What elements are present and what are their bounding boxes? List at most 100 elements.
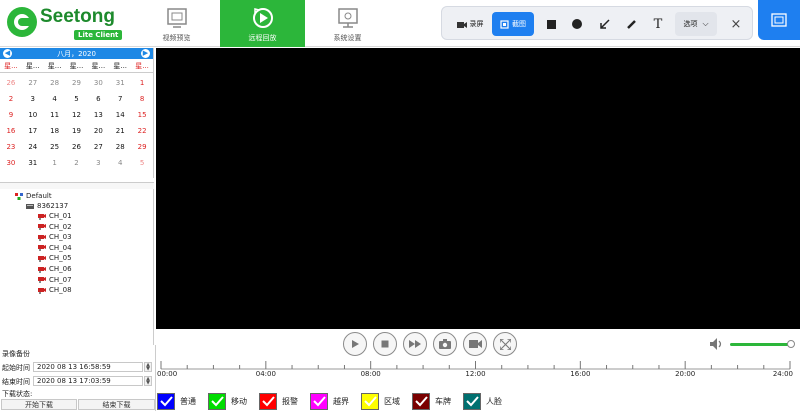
volume-slider[interactable] [730,343,791,346]
calendar-day[interactable]: 2 [66,155,88,171]
calendar-day[interactable]: 1 [44,155,66,171]
volume-slider-handle[interactable] [786,340,795,348]
calendar-day[interactable]: 22 [131,123,153,139]
end-time-field[interactable]: 2020 08 13 17:03:59 [33,376,143,386]
tab-video-preview[interactable]: 视频预览 [134,0,219,47]
calendar-day[interactable]: 17 [22,123,44,139]
checkbox[interactable] [208,393,226,410]
calendar-day[interactable]: 21 [109,123,131,139]
snapshot-button[interactable] [433,332,457,356]
checkbox[interactable] [412,393,430,410]
capture-window-button[interactable] [758,0,800,40]
tree-channel[interactable]: CH_01 [38,211,72,221]
record-clip-button[interactable] [463,332,487,356]
calendar-day[interactable]: 8 [131,91,153,107]
fullscreen-button[interactable] [493,332,517,356]
calendar-day[interactable]: 20 [87,123,109,139]
tree-channel[interactable]: CH_03 [38,232,72,242]
checkbox[interactable] [361,393,379,410]
close-toolbar-button[interactable]: × [725,12,747,36]
rectangle-tool-button[interactable] [540,12,562,36]
start-download-button[interactable]: 开始下载 [1,399,77,410]
tree-channel[interactable]: CH_07 [38,275,72,285]
arrow-tool-button[interactable] [593,12,615,36]
calendar-day[interactable]: 5 [131,155,153,171]
calendar-day[interactable]: 19 [66,123,88,139]
calendar-day[interactable]: 4 [109,155,131,171]
calendar-day[interactable]: 6 [87,91,109,107]
calendar-day[interactable]: 12 [66,107,88,123]
calendar-day[interactable]: 27 [22,75,44,91]
prev-month-button[interactable]: ◀ [3,49,12,58]
calendar-day[interactable]: 28 [109,139,131,155]
calendar-day[interactable]: 4 [44,91,66,107]
ellipse-tool-button[interactable] [566,12,588,36]
calendar-day[interactable]: 9 [0,107,22,123]
calendar-day[interactable]: 11 [44,107,66,123]
calendar-day[interactable]: 29 [131,139,153,155]
calendar-day[interactable]: 16 [0,123,22,139]
legend-item[interactable]: 移动 [208,393,247,410]
tab-remote-playback[interactable]: 远程回放 [220,0,305,47]
checkbox[interactable] [259,393,277,410]
calendar-day[interactable]: 27 [87,139,109,155]
calendar-day[interactable]: 30 [87,75,109,91]
calendar-day[interactable]: 29 [66,75,88,91]
checkbox[interactable] [310,393,328,410]
text-tool-button[interactable]: T [647,12,669,36]
calendar-day[interactable]: 2 [0,91,22,107]
stop-button[interactable] [373,332,397,356]
calendar-day[interactable]: 3 [22,91,44,107]
play-button[interactable] [343,332,367,356]
record-screen-button[interactable]: 录屏 [449,12,491,36]
calendar-day[interactable]: 30 [0,155,22,171]
tab-system-settings[interactable]: 系统设置 [305,0,390,47]
calendar-day[interactable]: 10 [22,107,44,123]
calendar-day[interactable]: 13 [87,107,109,123]
legend-item[interactable]: 车牌 [412,393,451,410]
calendar-day[interactable]: 31 [109,75,131,91]
tree-root[interactable]: Default [15,191,52,201]
calendar-day[interactable]: 25 [44,139,66,155]
calendar-day[interactable]: 18 [44,123,66,139]
tree-channel[interactable]: CH_04 [38,243,72,253]
legend-item[interactable]: 越界 [310,393,349,410]
timeline-ruler[interactable] [156,359,800,370]
tree-channel[interactable]: CH_06 [38,264,72,274]
timeline[interactable]: 00:00 04:00 08:00 12:00 16:00 20:00 24:00 [156,359,800,381]
calendar-day[interactable]: 26 [0,75,22,91]
tree-channel[interactable]: CH_08 [38,285,72,295]
checkbox[interactable] [157,393,175,410]
next-month-button[interactable]: ▶ [141,49,150,58]
calendar-day[interactable]: 24 [22,139,44,155]
calendar-day[interactable]: 23 [0,139,22,155]
end-time-spinner[interactable]: ▲ ▼ [144,376,152,386]
calendar-day[interactable]: 14 [109,107,131,123]
legend-item[interactable]: 普通 [157,393,196,410]
fast-forward-button[interactable] [403,332,427,356]
volume-icon[interactable] [710,338,724,350]
calendar-day[interactable]: 7 [109,91,131,107]
start-time-field[interactable]: 2020 08 13 16:58:59 [33,362,143,372]
legend-item[interactable]: 人脸 [463,393,502,410]
calendar-day[interactable]: 15 [131,107,153,123]
calendar-day[interactable]: 26 [66,139,88,155]
calendar-day[interactable]: 5 [66,91,88,107]
screenshot-button[interactable]: 截图 [492,12,534,36]
start-time-spinner[interactable]: ▲ ▼ [144,362,152,372]
checkbox[interactable] [463,393,481,410]
calendar-day[interactable]: 31 [22,155,44,171]
pen-tool-button[interactable] [620,12,642,36]
calendar-day[interactable]: 28 [44,75,66,91]
calendar-day[interactable]: 3 [87,155,109,171]
tree-device[interactable]: 8362137 [26,201,68,211]
tree-channel[interactable]: CH_02 [38,222,72,232]
tree-root-label: Default [26,192,52,200]
legend-item[interactable]: 报警 [259,393,298,410]
options-dropdown[interactable]: 选项 ⌵ [675,12,717,36]
calendar-day[interactable]: 1 [131,75,153,91]
legend-item[interactable]: 区域 [361,393,400,410]
tree-channel[interactable]: CH_05 [38,253,72,263]
video-viewport[interactable] [156,48,800,329]
end-download-button[interactable]: 结束下载 [78,399,155,410]
